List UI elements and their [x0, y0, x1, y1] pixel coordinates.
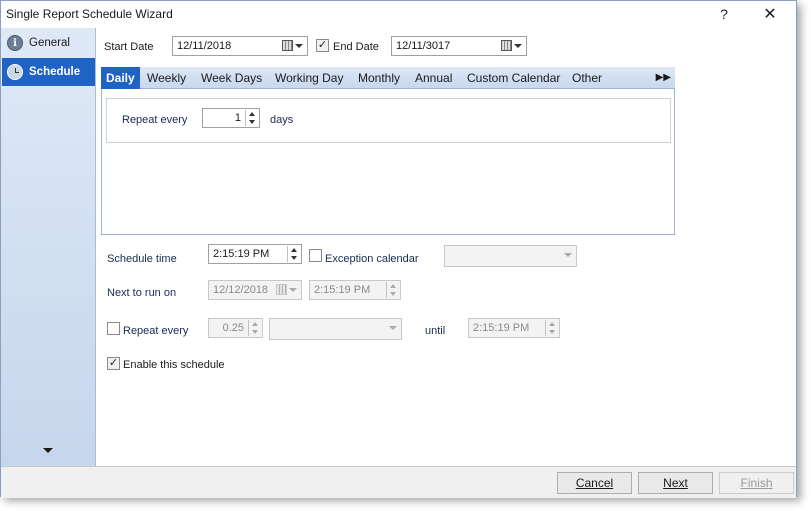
next-button[interactable]: Next [638, 472, 713, 494]
sidebar-item-schedule[interactable]: Schedule [2, 58, 95, 86]
sidebar-item-general[interactable]: i General [2, 29, 95, 57]
end-date-checkbox[interactable]: ✓ [316, 39, 329, 52]
start-date-picker[interactable]: 12/11/2018 [172, 36, 308, 56]
daily-tab-panel: Repeat every 1 days [101, 89, 675, 235]
chevron-down-icon [389, 326, 397, 330]
schedule-time-label: Schedule time [107, 253, 177, 265]
calendar-icon [276, 284, 287, 295]
exception-calendar-checkbox[interactable] [309, 249, 322, 262]
start-date-label: Start Date [104, 41, 154, 53]
daily-repeat-stepper[interactable]: 1 [202, 108, 260, 128]
until-label: until [425, 325, 446, 337]
repeat-every-label: Repeat every [123, 325, 189, 337]
spinner-icon[interactable] [287, 246, 300, 262]
end-date-label: End Date [333, 41, 379, 53]
daily-repeat-group: Repeat every 1 days [106, 98, 671, 143]
calendar-icon [501, 40, 512, 51]
tab-monthly[interactable]: Monthly [358, 67, 400, 89]
finish-button-label: Finish [740, 476, 773, 490]
spinner-icon [248, 320, 261, 336]
schedule-time-input[interactable]: 2:15:19 PM [208, 244, 302, 264]
schedule-panel: Start Date 12/11/2018 ✓ End Date 12/11/3… [97, 28, 796, 466]
daily-repeat-unit: days [270, 114, 294, 126]
repeat-interval-value: 0.25 [222, 322, 244, 334]
tab-annual[interactable]: Annual [415, 67, 452, 89]
start-date-value: 12/11/2018 [177, 40, 232, 52]
chevron-down-icon [295, 44, 303, 48]
tab-week-days[interactable]: Week Days [201, 67, 262, 89]
daily-repeat-value: 1 [234, 112, 241, 124]
help-button[interactable]: ? [702, 1, 746, 28]
until-time-input[interactable]: 2:15:19 PM [468, 318, 560, 338]
spinner-icon [545, 320, 558, 336]
exception-calendar-select[interactable] [444, 245, 577, 267]
until-time-value: 2:15:19 PM [473, 322, 530, 334]
tabs-scroll-right-icon[interactable]: ▶▶ [656, 67, 671, 89]
exception-calendar-label: Exception calendar [325, 253, 419, 265]
next-run-date-picker[interactable]: 12/12/2018 [208, 280, 302, 300]
sidebar: i General Schedule [1, 28, 96, 466]
finish-button[interactable]: Finish [719, 472, 794, 494]
next-run-label: Next to run on [107, 287, 177, 299]
tab-working-day[interactable]: Working Day [275, 67, 343, 89]
tab-other[interactable]: Other [572, 67, 602, 89]
scroll-down-icon[interactable] [43, 448, 53, 453]
next-run-date-value: 12/12/2018 [213, 284, 269, 296]
repeat-interval-stepper[interactable]: 0.25 [208, 318, 263, 338]
repeat-every-checkbox[interactable] [107, 322, 120, 335]
enable-schedule-checkbox[interactable]: ✓ [107, 357, 120, 370]
schedule-time-value: 2:15:19 PM [213, 248, 270, 260]
chevron-down-icon [514, 44, 522, 48]
title-bar: Single Report Schedule Wizard ? ✕ [1, 1, 796, 28]
frequency-tabs: Daily Weekly Week Days Working Day Month… [101, 67, 675, 89]
close-button[interactable]: ✕ [748, 1, 792, 28]
tab-daily[interactable]: Daily [101, 67, 140, 89]
daily-repeat-label: Repeat every [122, 114, 188, 126]
wizard-window: Single Report Schedule Wizard ? ✕ i Gene… [0, 0, 797, 498]
clock-icon [7, 64, 23, 80]
end-date-value: 12/11/3017 [396, 40, 451, 52]
calendar-icon [282, 40, 293, 51]
spinner-icon [386, 282, 399, 298]
info-icon: i [7, 35, 23, 51]
tab-custom-calendar[interactable]: Custom Calendar [467, 67, 560, 89]
chevron-down-icon [289, 288, 297, 292]
next-run-time-value: 2:15:19 PM [314, 284, 371, 296]
cancel-button-label: Cancel [575, 476, 614, 490]
next-run-time-input[interactable]: 2:15:19 PM [309, 280, 401, 300]
spinner-icon[interactable] [245, 110, 258, 126]
repeat-unit-select[interactable] [269, 318, 402, 340]
cancel-button[interactable]: Cancel [557, 472, 632, 494]
enable-schedule-label: Enable this schedule [123, 359, 225, 371]
end-date-picker[interactable]: 12/11/3017 [391, 36, 527, 56]
sidebar-item-label: Schedule [29, 66, 81, 78]
next-button-label: Next [663, 476, 688, 490]
chevron-down-icon [564, 253, 572, 257]
tab-weekly[interactable]: Weekly [147, 67, 186, 89]
sidebar-item-label: General [29, 37, 70, 49]
window-title: Single Report Schedule Wizard [6, 7, 173, 21]
wizard-footer: Cancel Next Finish [1, 466, 796, 498]
